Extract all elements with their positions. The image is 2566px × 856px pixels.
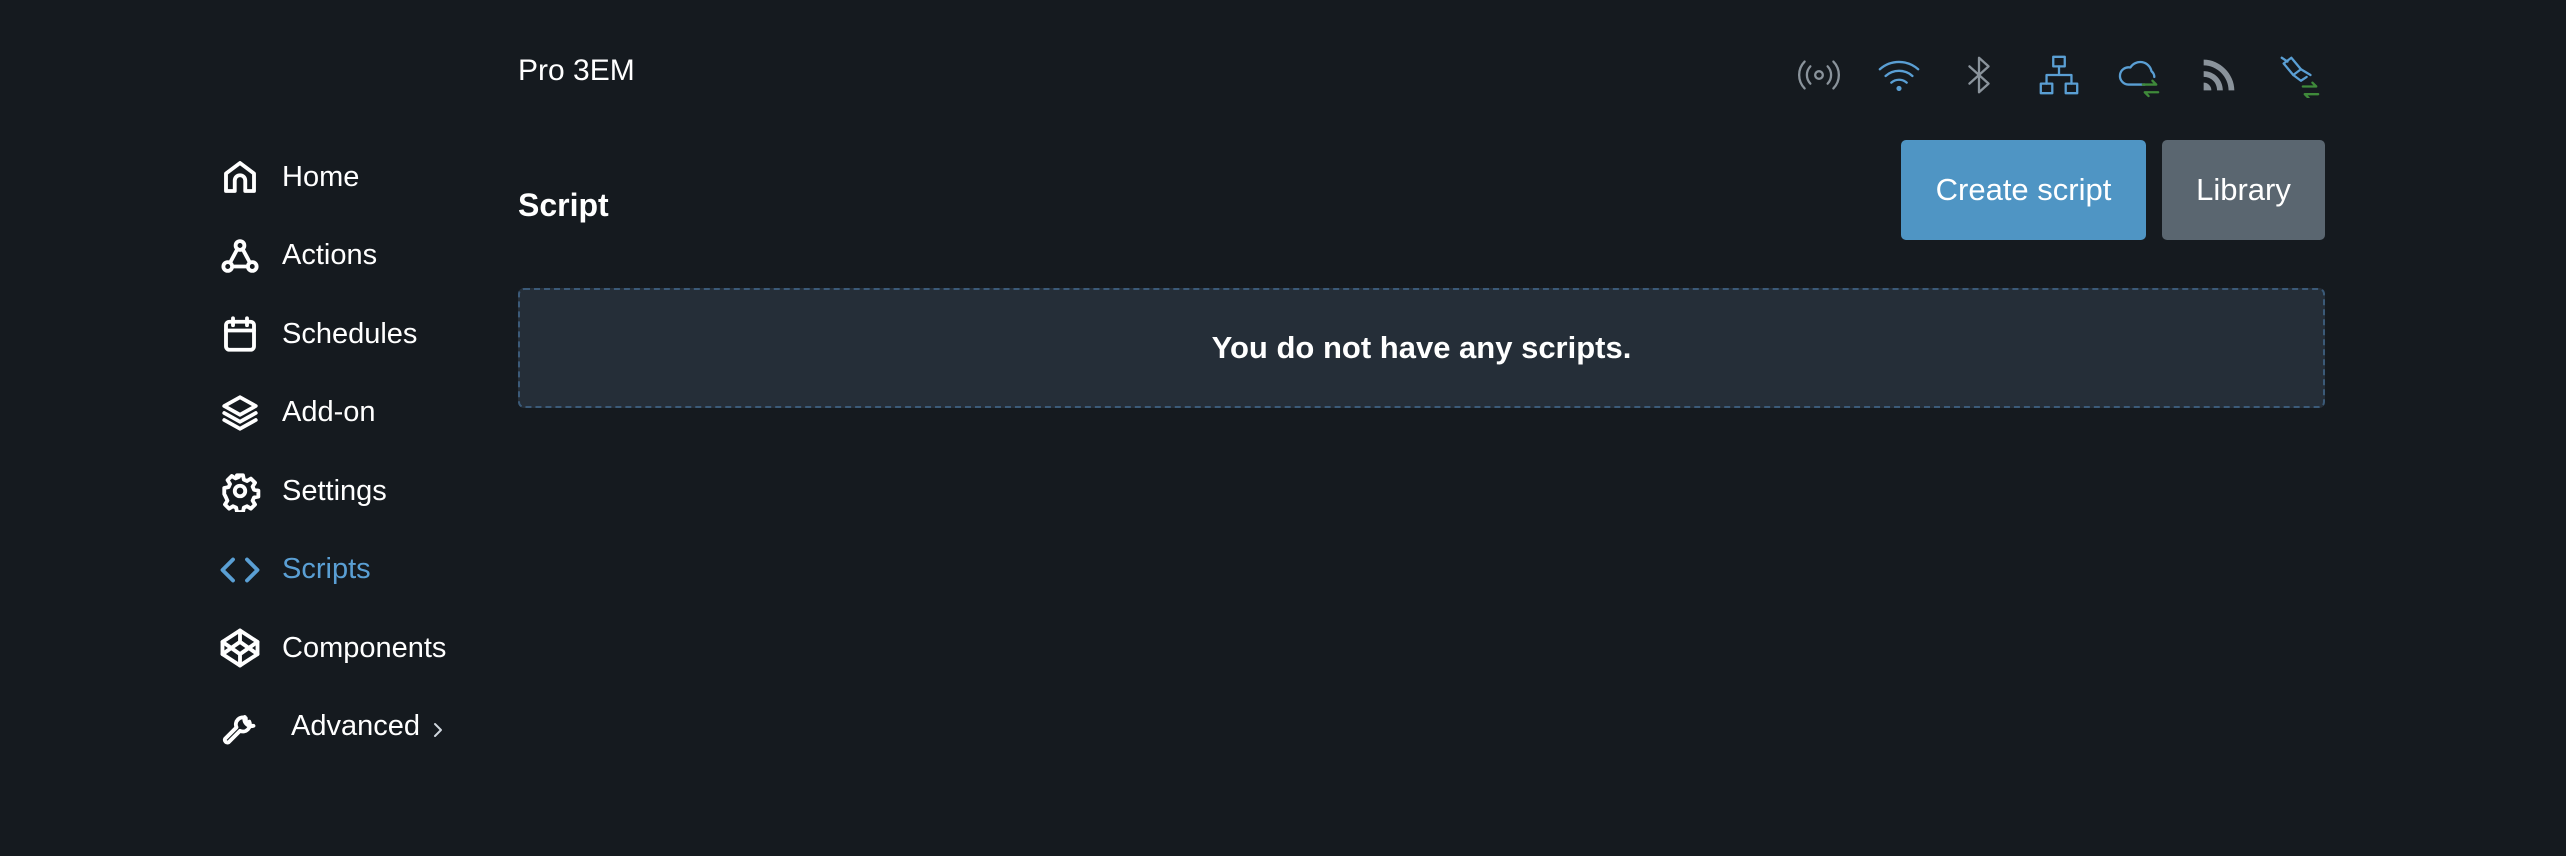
sidebar-item-actions[interactable]: Actions: [218, 217, 478, 296]
library-button[interactable]: Library: [2162, 140, 2325, 240]
webhook-icon: [218, 234, 262, 278]
sidebar-item-advanced[interactable]: Advanced: [218, 688, 478, 767]
sidebar-item-home[interactable]: Home: [218, 138, 478, 217]
sidebar-item-schedules[interactable]: Schedules: [218, 295, 478, 374]
home-icon: [218, 155, 262, 199]
status-bar: [1795, 50, 2323, 100]
gear-icon: [218, 469, 262, 513]
sidebar-item-label: Schedules: [282, 317, 418, 350]
sidebar-nav: Home Actions Schedules Add-on Settings S…: [218, 138, 478, 766]
codepen-icon: [218, 626, 262, 670]
empty-message: You do not have any scripts.: [1211, 330, 1632, 365]
broadcast-icon[interactable]: [1795, 50, 1843, 100]
empty-state: You do not have any scripts.: [518, 288, 2325, 408]
sidebar-item-settings[interactable]: Settings: [218, 452, 478, 531]
sidebar-item-label: Components: [282, 631, 447, 664]
rss-icon[interactable]: [2195, 50, 2243, 100]
sidebar-item-add-on[interactable]: Add-on: [218, 374, 478, 453]
sidebar-item-label: Actions: [282, 239, 378, 272]
bluetooth-icon[interactable]: [1955, 50, 2003, 100]
sidebar-item-label: Settings: [282, 474, 387, 507]
sidebar-item-components[interactable]: Components: [218, 609, 478, 688]
sidebar-item-label: Add-on: [282, 396, 376, 429]
cloud-sync-icon[interactable]: [2115, 50, 2163, 100]
app-page: Pro 3EM Home Actions Schedules Add-on Se…: [0, 0, 2566, 856]
sidebar-item-scripts[interactable]: Scripts: [218, 531, 478, 610]
chevron-right-icon: [430, 716, 446, 738]
wrench-icon: [218, 705, 262, 749]
sidebar-item-label: Home: [282, 160, 360, 193]
sidebar-item-label: Scripts: [282, 553, 371, 586]
calendar-icon: [218, 312, 262, 356]
wifi-icon[interactable]: [1875, 50, 1923, 100]
network-icon[interactable]: [2035, 50, 2083, 100]
device-name: Pro 3EM: [518, 54, 635, 87]
create-script-button[interactable]: Create script: [1901, 140, 2146, 240]
layers-icon: [218, 391, 262, 435]
code-icon: [218, 548, 262, 592]
sidebar-item-label: Advanced: [291, 710, 420, 743]
satellite-sync-icon[interactable]: [2275, 50, 2323, 100]
page-title: Script: [518, 187, 609, 223]
